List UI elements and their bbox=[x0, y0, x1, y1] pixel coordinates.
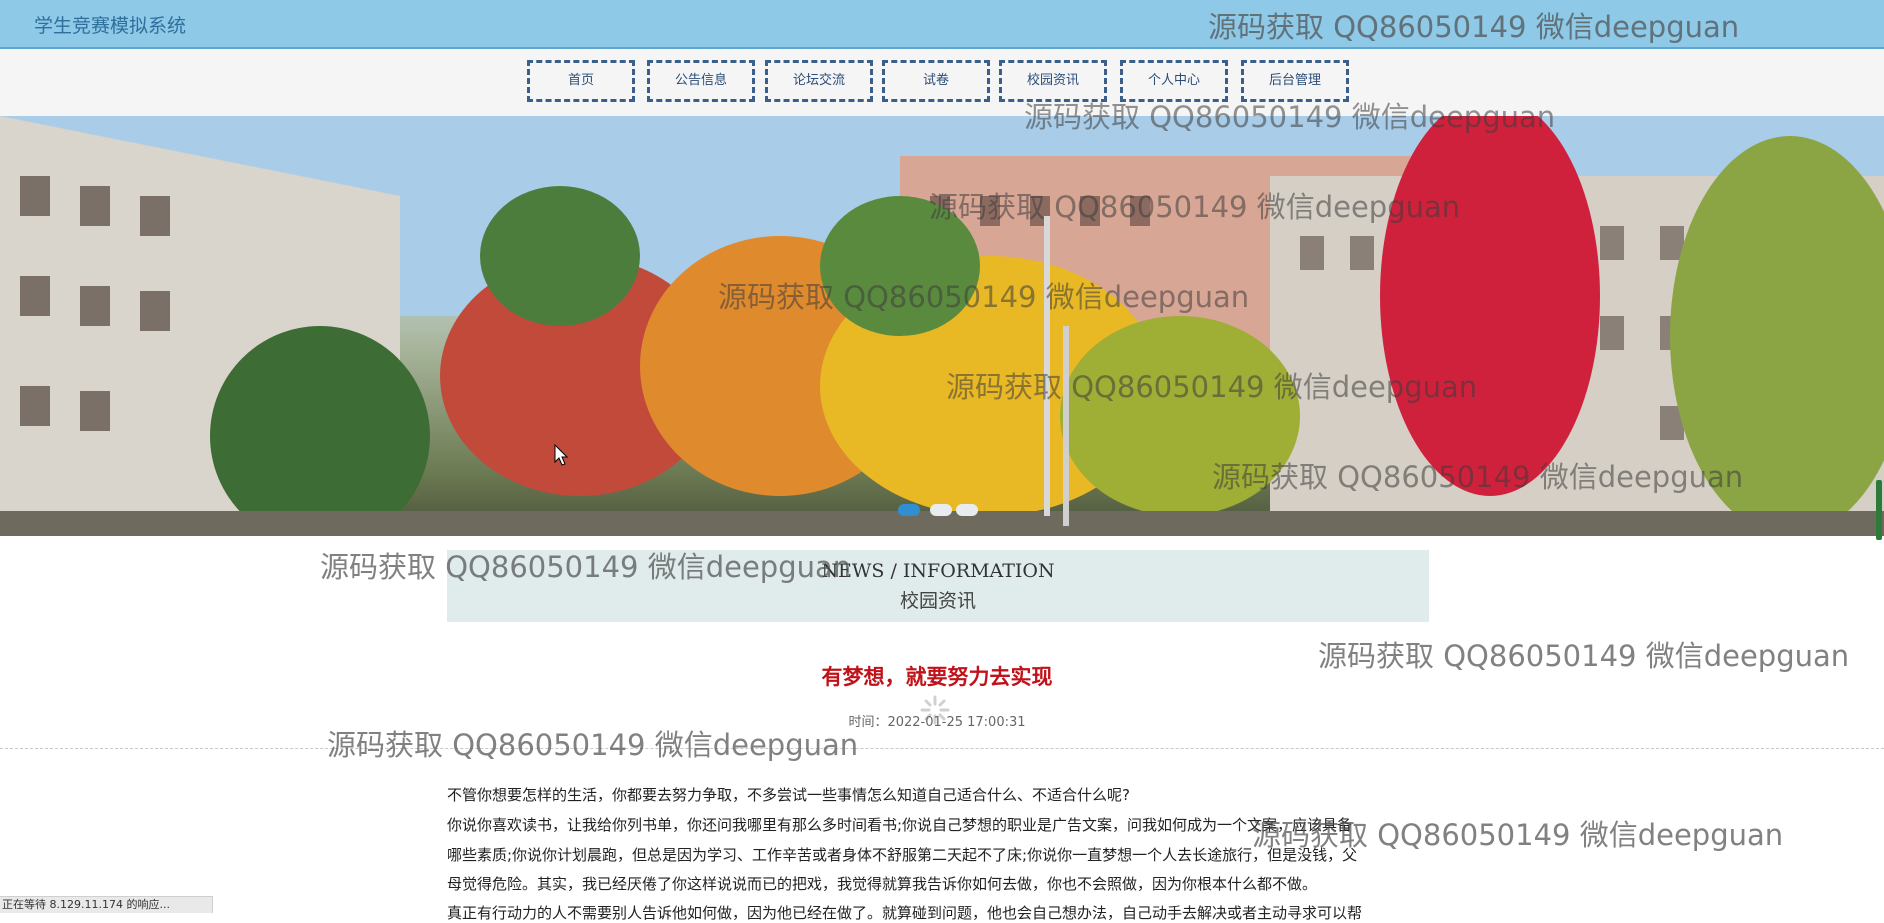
news-heading-cn: 校园资讯 bbox=[899, 590, 976, 612]
article-paragraph-line: 母觉得危险。其实，我已经厌倦了你这样说说而已的把戏，我觉得就算我告诉你如何去做，… bbox=[447, 875, 1318, 893]
nav-item-personal-center[interactable]: 个人中心 bbox=[1120, 60, 1228, 102]
scrollbar-thumb[interactable] bbox=[1876, 480, 1882, 540]
article-paragraph-line: 哪些素质;你说你计划晨跑，但总是因为学习、工作辛苦或者身体不舒服第二天起不了床;… bbox=[447, 846, 1358, 864]
banner-carousel[interactable] bbox=[0, 116, 1884, 536]
carousel-dot-active[interactable] bbox=[898, 504, 920, 516]
nav-item-home[interactable]: 首页 bbox=[527, 60, 635, 102]
article-paragraph-line: 真正有行动力的人不需要别人告诉他如何做，因为他已经在做了。就算碰到问题，他也会自… bbox=[447, 904, 1363, 922]
carousel-dot[interactable] bbox=[956, 504, 978, 516]
top-bar: 学生竞赛模拟系统 bbox=[0, 0, 1884, 49]
nav-item-exam[interactable]: 试卷 bbox=[882, 60, 990, 102]
site-title[interactable]: 学生竞赛模拟系统 bbox=[34, 11, 186, 38]
campus-photo bbox=[0, 116, 1884, 536]
article-time: 时间：2022-01-25 17:00:31 bbox=[848, 715, 1026, 730]
main-nav: 首页 公告信息 论坛交流 试卷 校园资讯 个人中心 后台管理 bbox=[0, 49, 1884, 116]
article-paragraph-line: 不管你想要怎样的生活，你都要去努力争取，不多尝试一些事情怎么知道自己适合什么、不… bbox=[447, 786, 1130, 804]
nav-item-campus-news[interactable]: 校园资讯 bbox=[999, 60, 1107, 102]
divider bbox=[0, 748, 1884, 749]
nav-item-admin[interactable]: 后台管理 bbox=[1241, 60, 1349, 102]
news-section-header: NEWS / INFORMATION 校园资讯 bbox=[447, 550, 1429, 622]
carousel-dot[interactable] bbox=[930, 504, 952, 516]
nav-item-announcements[interactable]: 公告信息 bbox=[647, 60, 755, 102]
article-title: 有梦想，就要努力去实现 bbox=[821, 665, 1053, 689]
browser-status-bar: 正在等待 8.129.11.174 的响应... bbox=[0, 896, 213, 913]
article-paragraph-line: 你说你喜欢读书，让我给你列书单，你还问我哪里有那么多时间看书;你说自己梦想的职业… bbox=[447, 816, 1353, 834]
nav-item-forum[interactable]: 论坛交流 bbox=[765, 60, 873, 102]
news-heading-en: NEWS / INFORMATION bbox=[821, 560, 1055, 582]
mouse-cursor-icon bbox=[554, 444, 568, 466]
